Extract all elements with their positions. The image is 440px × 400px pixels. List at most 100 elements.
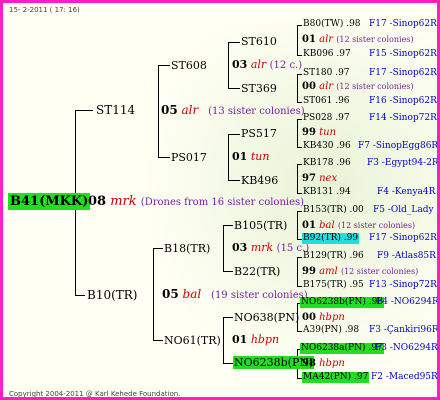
gen3-KB496[interactable]: KB496 [241,175,278,186]
gen3-PS517-line: tun [319,127,337,138]
gen3-ST369-note: (12 sister colonies) [336,82,414,91]
gen4-id[interactable]: KB430 .96 [303,142,351,151]
gen2-NO61-info: 01 hbpn [232,334,279,345]
gen3-B105[interactable]: B105(TR) [234,220,287,231]
gen4-id[interactable]: B153(TR) .00 [303,206,364,215]
gen3-B22-code: 99 [302,266,316,277]
gen3-NO638-info: 00 hbpn [302,313,345,323]
gen2-ST608-info: 03 alr (12 c.) [232,59,302,71]
father-code: 05 [161,103,178,117]
gen4-id[interactable]: KB178 .96 [303,159,351,168]
gen4-id[interactable]: B80(TW) .98 [303,20,361,29]
gen4-id[interactable]: ST180 .97 [303,69,350,78]
gen3-B105-code: 01 [302,220,316,231]
gen4-ref: F14 -Sinop72R [369,113,437,123]
gen4-id[interactable]: MA42(PN) .97 [302,372,370,383]
gen4-id[interactable]: A39(PN) .98 [303,326,359,335]
gen2-NO61-code: 01 [232,333,248,346]
gen2-ST608-note: (12 c.) [269,60,303,71]
mother-code: 05 [162,287,179,301]
gen3-B22-line: aml [319,266,338,277]
gen4-ref: F5 -Old_Lady [373,205,434,215]
gen4-id[interactable]: PS028 .97 [303,114,350,123]
gen3-B105-line: bal [319,220,335,231]
gen3-B22[interactable]: B22(TR) [234,266,280,277]
gen2-B18-line: mrk [250,241,274,254]
gen4-ref: F4 -Kenya4R [377,187,436,197]
gen3-NO638-line: hbpn [319,312,345,323]
gen4-id[interactable]: KB131 .94 [303,188,351,197]
gen3-ST369-code: 00 [302,81,316,92]
gen3-NO638[interactable]: NO638(PN) [234,312,299,323]
gen4-id[interactable]: NO6238b(PN) .98 [300,297,385,308]
pedigree-chart: 15- 2-2011 ( 17: 16) Copyright 2004-2011… [0,0,440,400]
mother-queen-name[interactable]: B10(TR) [87,289,138,301]
gen3-B22-note: (12 sister colonies) [340,267,419,276]
gen3-ST610[interactable]: ST610 [241,36,277,47]
gen3-ST610-code: 01 [302,34,316,45]
gen2-PS017-code: 01 [232,150,248,163]
gen2-ST608-code: 03 [232,58,248,71]
gen3-ST369-info: 00 alr (12 sister colonies) [302,82,414,92]
gen3-ST369-line: alr [319,81,334,92]
gen3-ST610-note: (12 sister colonies) [336,35,414,44]
gen3-ST369[interactable]: ST369 [241,83,277,94]
gen4-ref: F3 -Egypt94-2R [367,158,439,168]
gen3-KB496-code: 97 [302,173,316,184]
gen4-id[interactable]: NO6238a(PN) .97 [300,343,384,354]
mother-note: (19 sister colonies) [211,290,308,301]
gen2-PS017-info: 01 tun [232,151,269,162]
gen4-ref: F4 -NO6294R [376,297,439,307]
root-code: 08 [88,194,107,209]
gen4-ref: F17 -Sinop62R [369,19,437,29]
gen4-id[interactable]: B175(TR) .95 [303,281,364,290]
gen2-B18-info: 03 mrk (15 c.) [232,242,309,254]
gen3-PS517[interactable]: PS517 [241,128,277,139]
gen3-B105-info: 01 bal (12 sister colonies) [302,221,415,231]
gen3-NO6238b-line: hbpn [319,358,345,369]
gen3-PS517-info: 99 tun [302,128,336,138]
gen3-NO6238b-code: 98 [302,358,316,369]
gen2-NO61-line: hbpn [250,333,280,346]
gen4-ref: F16 -Sinop62R [369,96,437,106]
gen4-id[interactable]: KB096 .97 [303,50,351,59]
gen2-PS017[interactable]: PS017 [171,152,207,163]
gen4-id[interactable]: B129(TR) .96 [303,252,364,261]
gen3-PS517-code: 99 [302,127,316,138]
mother-line: bal [182,287,202,301]
gen4-ref: F2 -Maced95R [371,372,438,382]
father-line: alr [181,103,199,117]
gen2-B18[interactable]: B18(TR) [164,243,210,254]
root-queen-name[interactable]: B41(MKK) [8,193,91,210]
father-queen-name[interactable]: ST114 [96,104,135,116]
gen3-KB496-info: 97 nex [302,174,337,184]
root-info: 08 mrk (Drones from 16 sister colonies) [88,195,304,208]
copyright-text: Copyright 2004-2011 @ Karl Kehede Founda… [9,390,181,398]
root-note: (Drones from 16 sister colonies) [140,197,305,208]
father-note: (13 sister colonies) [208,106,305,117]
gen4-ref: F17 -Sinop62R [369,233,437,243]
gen2-B18-code: 03 [232,241,248,254]
mother-info: 05 bal (19 sister colonies) [162,288,308,301]
gen3-B22-info: 99 aml (12 sister colonies) [302,267,418,277]
gen4-ref: F17 -Sinop62R [369,68,437,78]
gen2-ST608[interactable]: ST608 [171,60,207,71]
gen3-NO638-code: 00 [302,312,316,323]
gen4-ref: F7 -SinopEgg86R [358,141,439,151]
gen4-ref: F3 -NO6294R [375,343,438,353]
gen4-id[interactable]: B92(TR) .99 [302,233,360,244]
gen3-ST610-info: 01 alr (12 sister colonies) [302,35,414,45]
gen3-B105-note: (12 sister colonies) [337,221,416,230]
gen4-id[interactable]: ST061 .96 [303,97,350,106]
gen2-NO61[interactable]: NO61(TR) [164,335,221,346]
gen4-ref: F3 -Çankiri96R [369,325,439,335]
gen3-ST610-line: alr [319,34,334,45]
gen4-ref: F9 -Atlas85R [377,251,436,261]
date-stamp: 15- 2-2011 ( 17: 16) [9,6,80,14]
gen2-PS017-line: tun [250,150,270,163]
gen4-ref: F13 -Sinop72R [369,280,437,290]
root-line: mrk [110,194,137,209]
gen3-NO6238b-info: 98 hbpn [302,359,345,369]
father-info: 05 alr (13 sister colonies) [161,104,305,117]
gen3-KB496-line: nex [319,173,338,184]
